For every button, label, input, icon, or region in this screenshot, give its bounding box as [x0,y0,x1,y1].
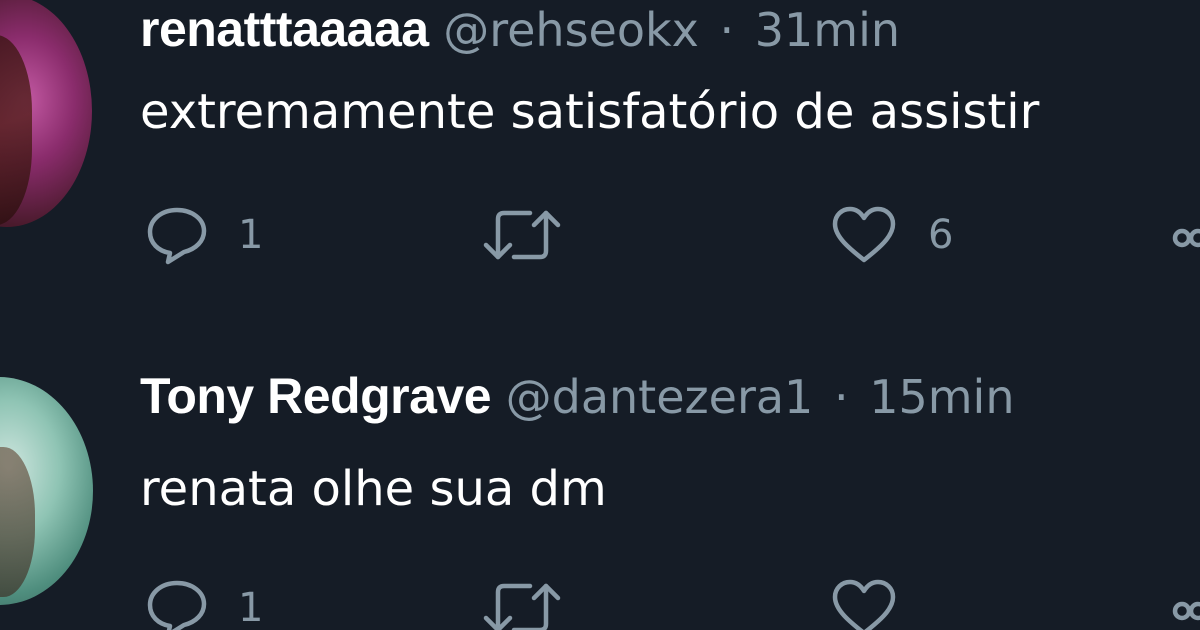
display-name[interactable]: Tony Redgrave [140,368,492,424]
timestamp[interactable]: 31min [755,3,900,57]
reply-button[interactable]: 1 [146,573,263,630]
avatar[interactable] [0,0,92,227]
tweet-actions: 1 [140,573,1200,630]
tweet-feed: renatttaaaaa @rehseokx · 31min extremame… [0,0,1200,630]
like-count: 6 [928,212,954,258]
reply-icon [147,207,207,265]
reply-button[interactable]: 1 [146,200,263,270]
retweet-button[interactable] [480,200,594,270]
heart-icon [832,206,896,263]
tweet[interactable]: Tony Redgrave @dantezera1 · 15min renata… [0,345,1200,630]
tweet-header: Tony Redgrave @dantezera1 · 15min [140,371,1014,421]
tweet[interactable]: renatttaaaaa @rehseokx · 31min extremame… [0,0,1200,330]
avatar[interactable] [0,377,93,605]
heart-icon [832,579,896,630]
reply-count: 1 [238,212,264,258]
share-button[interactable] [1168,200,1200,270]
reply-icon [147,580,207,630]
tweet-actions: 1 6 [140,200,1200,270]
like-button[interactable]: 6 [830,200,953,270]
timestamp[interactable]: 15min [869,370,1014,424]
tweet-text: extremamente satisfatório de assistir [140,84,1040,140]
share-button[interactable] [1168,573,1200,630]
like-button[interactable] [830,573,928,630]
tweet-text: renata olhe sua dm [140,461,607,517]
user-handle[interactable]: @dantezera1 [506,370,814,424]
separator-dot: · [833,370,849,424]
retweet-icon [483,210,561,260]
display-name[interactable]: renatttaaaaa [140,1,429,57]
separator-dot: · [719,3,735,57]
share-icon [1172,601,1200,621]
user-handle[interactable]: @rehseokx [443,3,699,57]
reply-count: 1 [238,585,264,630]
retweet-icon [483,583,561,630]
tweet-header: renatttaaaaa @rehseokx · 31min [140,4,900,54]
avatar-photo [0,35,32,225]
retweet-button[interactable] [480,573,594,630]
avatar-photo [0,447,35,597]
share-icon [1172,228,1200,248]
